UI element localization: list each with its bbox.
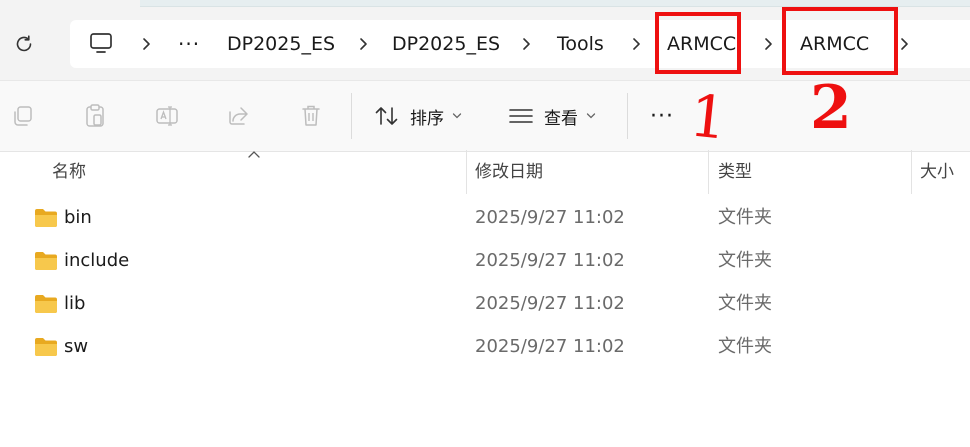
refresh-icon	[16, 35, 32, 52]
paste-icon	[86, 104, 104, 127]
annotation-box-1	[655, 12, 741, 74]
column-header-row: 名称 修改日期 类型 大小	[0, 150, 970, 194]
column-divider[interactable]	[466, 150, 467, 194]
breadcrumb-item-dp2025-es-1[interactable]: DP2025_ES	[227, 20, 335, 68]
file-name: bin	[64, 207, 92, 228]
copy-button[interactable]	[8, 101, 38, 131]
more-icon: ···	[650, 103, 674, 129]
folder-icon	[35, 295, 57, 313]
column-divider[interactable]	[708, 150, 709, 194]
view-label: 查看	[544, 108, 578, 129]
chevron-right-icon[interactable]	[518, 34, 534, 54]
chevron-right-icon[interactable]	[138, 34, 154, 54]
annotation-mark-1: 1	[686, 81, 731, 153]
toolbar-separator	[351, 93, 352, 139]
folder-icon	[35, 252, 57, 270]
breadcrumb-item-dp2025-es-2[interactable]: DP2025_ES	[392, 20, 500, 68]
rename-button[interactable]	[152, 101, 182, 131]
trash-icon	[302, 105, 320, 126]
file-date: 2025/9/27 11:02	[475, 250, 625, 271]
column-header-date[interactable]: 修改日期	[475, 150, 543, 194]
file-type: 文件夹	[718, 207, 772, 228]
file-date: 2025/9/27 11:02	[475, 336, 625, 357]
chevron-right-icon[interactable]	[355, 34, 371, 54]
refresh-button[interactable]	[8, 28, 40, 60]
file-type: 文件夹	[718, 336, 772, 357]
column-divider[interactable]	[911, 150, 912, 194]
chevron-right-icon[interactable]	[896, 34, 912, 54]
sort-button[interactable]: 排序	[374, 99, 462, 133]
view-button[interactable]: 查看	[508, 99, 596, 133]
rename-icon	[156, 106, 178, 126]
chevron-down-icon	[452, 113, 462, 119]
file-name: sw	[64, 336, 89, 357]
share-button[interactable]	[224, 101, 254, 131]
monitor-icon	[90, 33, 112, 53]
tab-strip-edge	[140, 0, 970, 7]
file-row-bin[interactable]: bin 2025/9/27 11:02 文件夹	[0, 196, 970, 239]
paste-button[interactable]	[80, 101, 110, 131]
copy-icon	[14, 106, 32, 126]
chevron-right-icon[interactable]	[760, 34, 776, 54]
file-date: 2025/9/27 11:02	[475, 293, 625, 314]
folder-icon	[35, 209, 57, 227]
folder-icon	[35, 338, 57, 356]
file-row-include[interactable]: include 2025/9/27 11:02 文件夹	[0, 239, 970, 282]
file-name: lib	[64, 293, 86, 314]
sort-ascending-icon	[248, 151, 260, 158]
view-list-icon	[509, 109, 533, 123]
breadcrumb-item-tools[interactable]: Tools	[557, 20, 604, 68]
sort-icon	[375, 107, 398, 125]
annotation-box-2	[782, 7, 898, 75]
breadcrumb-overflow-button[interactable]: ···	[178, 20, 200, 68]
chevron-right-icon[interactable]	[628, 34, 644, 54]
delete-button[interactable]	[296, 101, 326, 131]
share-icon	[229, 107, 248, 125]
file-row-lib[interactable]: lib 2025/9/27 11:02 文件夹	[0, 282, 970, 325]
file-date: 2025/9/27 11:02	[475, 207, 625, 228]
this-pc-button[interactable]	[88, 30, 116, 58]
annotation-mark-2: 2	[810, 73, 852, 143]
file-row-sw[interactable]: sw 2025/9/27 11:02 文件夹	[0, 325, 970, 368]
more-options-button[interactable]: ···	[650, 99, 674, 133]
column-header-type[interactable]: 类型	[718, 150, 752, 194]
column-header-size[interactable]: 大小	[920, 150, 954, 194]
chevron-down-icon	[586, 113, 596, 119]
toolbar-separator	[627, 93, 628, 139]
file-name: include	[64, 250, 130, 271]
sort-label: 排序	[410, 108, 444, 129]
file-type: 文件夹	[718, 250, 772, 271]
column-header-name[interactable]: 名称	[52, 150, 86, 194]
file-type: 文件夹	[718, 293, 772, 314]
